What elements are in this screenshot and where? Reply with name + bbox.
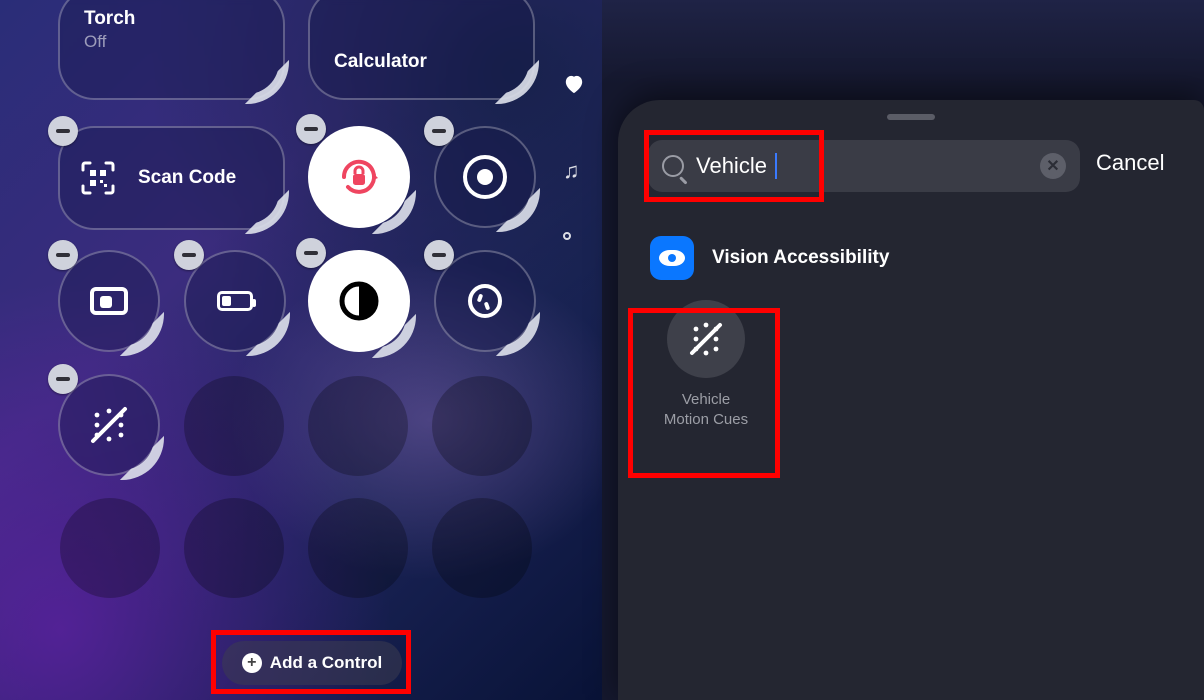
resize-handle-icon[interactable] <box>372 314 416 358</box>
remove-icon[interactable] <box>424 240 454 270</box>
heart-icon[interactable] <box>563 74 585 94</box>
rotation-lock-tile[interactable] <box>308 126 410 228</box>
remove-icon[interactable] <box>48 364 78 394</box>
section-title: Vision Accessibility <box>712 247 889 269</box>
resize-handle-icon[interactable] <box>245 60 289 104</box>
clear-search-button[interactable]: ✕ <box>1040 153 1066 179</box>
control-center-edit-panel: ♫ Torch Off Calculator Scan Code <box>0 0 602 700</box>
resize-handle-icon[interactable] <box>496 188 540 232</box>
remove-icon[interactable] <box>296 114 326 144</box>
low-power-icon <box>217 291 253 311</box>
search-sheet: Vehicle ✕ Cancel Vision Accessibility <box>618 100 1204 700</box>
resize-handle-icon[interactable] <box>245 190 289 234</box>
remove-icon[interactable] <box>174 240 204 270</box>
camera-tile[interactable] <box>58 250 160 352</box>
empty-slot[interactable] <box>432 498 532 598</box>
empty-slot[interactable] <box>184 498 284 598</box>
cancel-button[interactable]: Cancel <box>1096 150 1164 176</box>
calculator-title: Calculator <box>334 51 427 73</box>
dark-mode-tile[interactable] <box>308 250 410 352</box>
sheet-grabber-icon[interactable] <box>887 114 935 120</box>
add-control-search-panel: Vehicle ✕ Cancel Vision Accessibility <box>602 0 1204 700</box>
screen-record-tile[interactable] <box>434 126 536 228</box>
alarm-tile[interactable] <box>434 250 536 352</box>
low-power-tile[interactable] <box>184 250 286 352</box>
camera-icon <box>90 287 128 315</box>
remove-icon[interactable] <box>296 238 326 268</box>
highlight-add-control <box>211 630 411 694</box>
resize-handle-icon[interactable] <box>372 190 416 234</box>
highlight-result <box>628 308 780 478</box>
scan-code-tile[interactable]: Scan Code <box>58 126 285 230</box>
resize-handle-icon[interactable] <box>120 312 164 356</box>
section-vision-accessibility: Vision Accessibility <box>650 236 889 280</box>
remove-icon[interactable] <box>48 116 78 146</box>
remove-icon[interactable] <box>424 116 454 146</box>
motion-cues-tile[interactable] <box>58 374 160 476</box>
calculator-tile[interactable]: Calculator <box>308 0 535 100</box>
music-icon[interactable]: ♫ <box>563 158 580 184</box>
vision-accessibility-icon <box>650 236 694 280</box>
resize-handle-icon[interactable] <box>120 436 164 480</box>
empty-slot[interactable] <box>308 498 408 598</box>
torch-title: Torch <box>84 8 259 30</box>
remove-icon[interactable] <box>48 240 78 270</box>
resize-handle-icon[interactable] <box>495 60 539 104</box>
empty-slot[interactable] <box>432 376 532 476</box>
empty-slot[interactable] <box>60 498 160 598</box>
qr-code-icon <box>80 160 116 196</box>
torch-tile[interactable]: Torch Off <box>58 0 285 100</box>
empty-slot[interactable] <box>308 376 408 476</box>
resize-handle-icon[interactable] <box>246 312 290 356</box>
torch-status: Off <box>84 32 259 52</box>
resize-handle-icon[interactable] <box>496 312 540 356</box>
highlight-search <box>644 130 824 202</box>
empty-slot[interactable] <box>184 376 284 476</box>
scan-code-label: Scan Code <box>138 167 236 189</box>
page-dot-icon[interactable] <box>563 232 571 240</box>
